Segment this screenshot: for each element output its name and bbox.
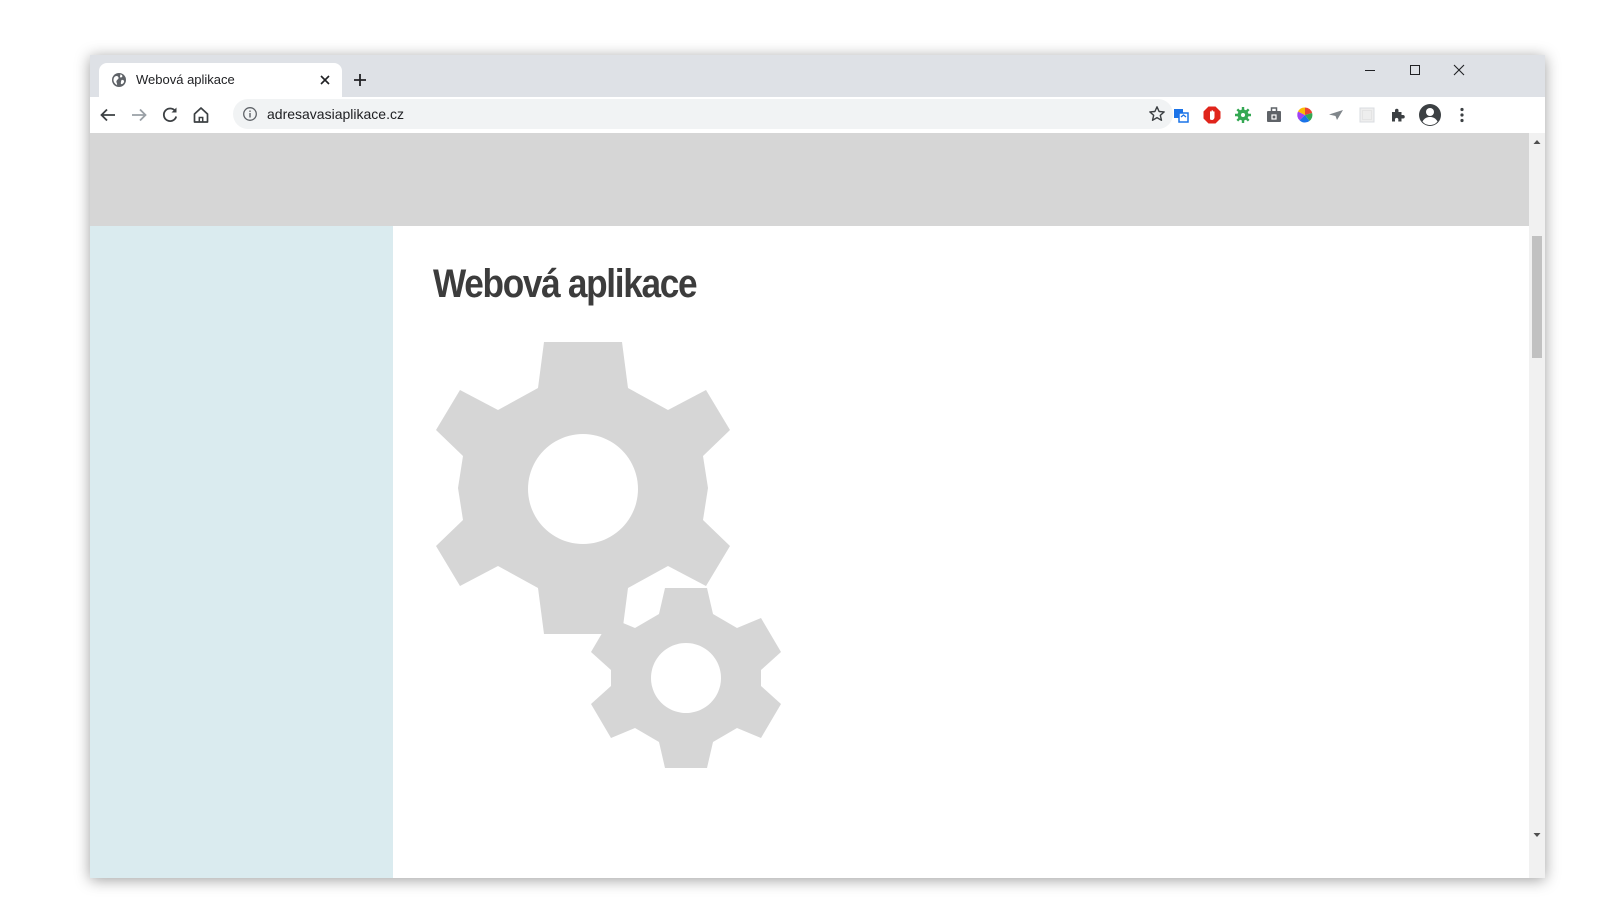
- site-header: [90, 133, 1529, 226]
- browser-window: Webová aplikace adresavasiaplikace.cz We…: [90, 55, 1545, 878]
- url-text[interactable]: adresavasiaplikace.cz: [267, 106, 404, 122]
- reload-icon[interactable]: [158, 103, 182, 127]
- adblock-extension-icon[interactable]: [1202, 105, 1222, 125]
- green-gear-extension-icon[interactable]: [1233, 105, 1253, 125]
- gears-icon: [436, 342, 781, 768]
- window-close-button[interactable]: [1436, 55, 1482, 85]
- blank-extension-icon[interactable]: [1357, 105, 1377, 125]
- send-extension-icon[interactable]: [1326, 105, 1346, 125]
- forward-arrow-icon[interactable]: [127, 103, 151, 127]
- minimize-button[interactable]: [1347, 55, 1393, 85]
- vertical-scrollbar[interactable]: [1529, 133, 1545, 878]
- profile-avatar-icon[interactable]: [1417, 102, 1443, 128]
- scroll-down-arrow-icon[interactable]: [1533, 831, 1541, 839]
- color-wheel-extension-icon[interactable]: [1295, 105, 1315, 125]
- kebab-menu-icon[interactable]: [1452, 105, 1472, 125]
- minimize-icon: [1365, 70, 1375, 71]
- page-viewport: Webová aplikace: [90, 133, 1545, 878]
- tab-title: Webová aplikace: [136, 72, 235, 87]
- home-icon[interactable]: [189, 103, 213, 127]
- info-icon[interactable]: [242, 106, 258, 122]
- maximize-button[interactable]: [1392, 55, 1438, 85]
- globe-icon: [112, 73, 126, 87]
- plus-icon[interactable]: [349, 69, 371, 91]
- maximize-icon: [1410, 65, 1420, 75]
- site-sidebar: [90, 226, 393, 878]
- tab-strip: Webová aplikace: [90, 55, 1545, 97]
- scrollbar-thumb[interactable]: [1532, 236, 1542, 358]
- browser-toolbar: adresavasiaplikace.cz: [90, 97, 1545, 133]
- page-title: Webová aplikace: [433, 262, 698, 306]
- close-icon: [1453, 64, 1465, 76]
- back-arrow-icon[interactable]: [96, 103, 120, 127]
- address-bar[interactable]: adresavasiaplikace.cz: [233, 99, 1173, 129]
- briefcase-extension-icon[interactable]: [1264, 105, 1284, 125]
- puzzle-icon[interactable]: [1388, 105, 1408, 125]
- tab-webova-aplikace[interactable]: Webová aplikace: [99, 63, 342, 97]
- star-icon[interactable]: [1147, 104, 1167, 124]
- scroll-up-arrow-icon[interactable]: [1533, 138, 1541, 146]
- close-icon[interactable]: [316, 71, 334, 89]
- site-main-content: Webová aplikace: [393, 226, 1529, 878]
- translate-extension-icon[interactable]: [1171, 105, 1191, 125]
